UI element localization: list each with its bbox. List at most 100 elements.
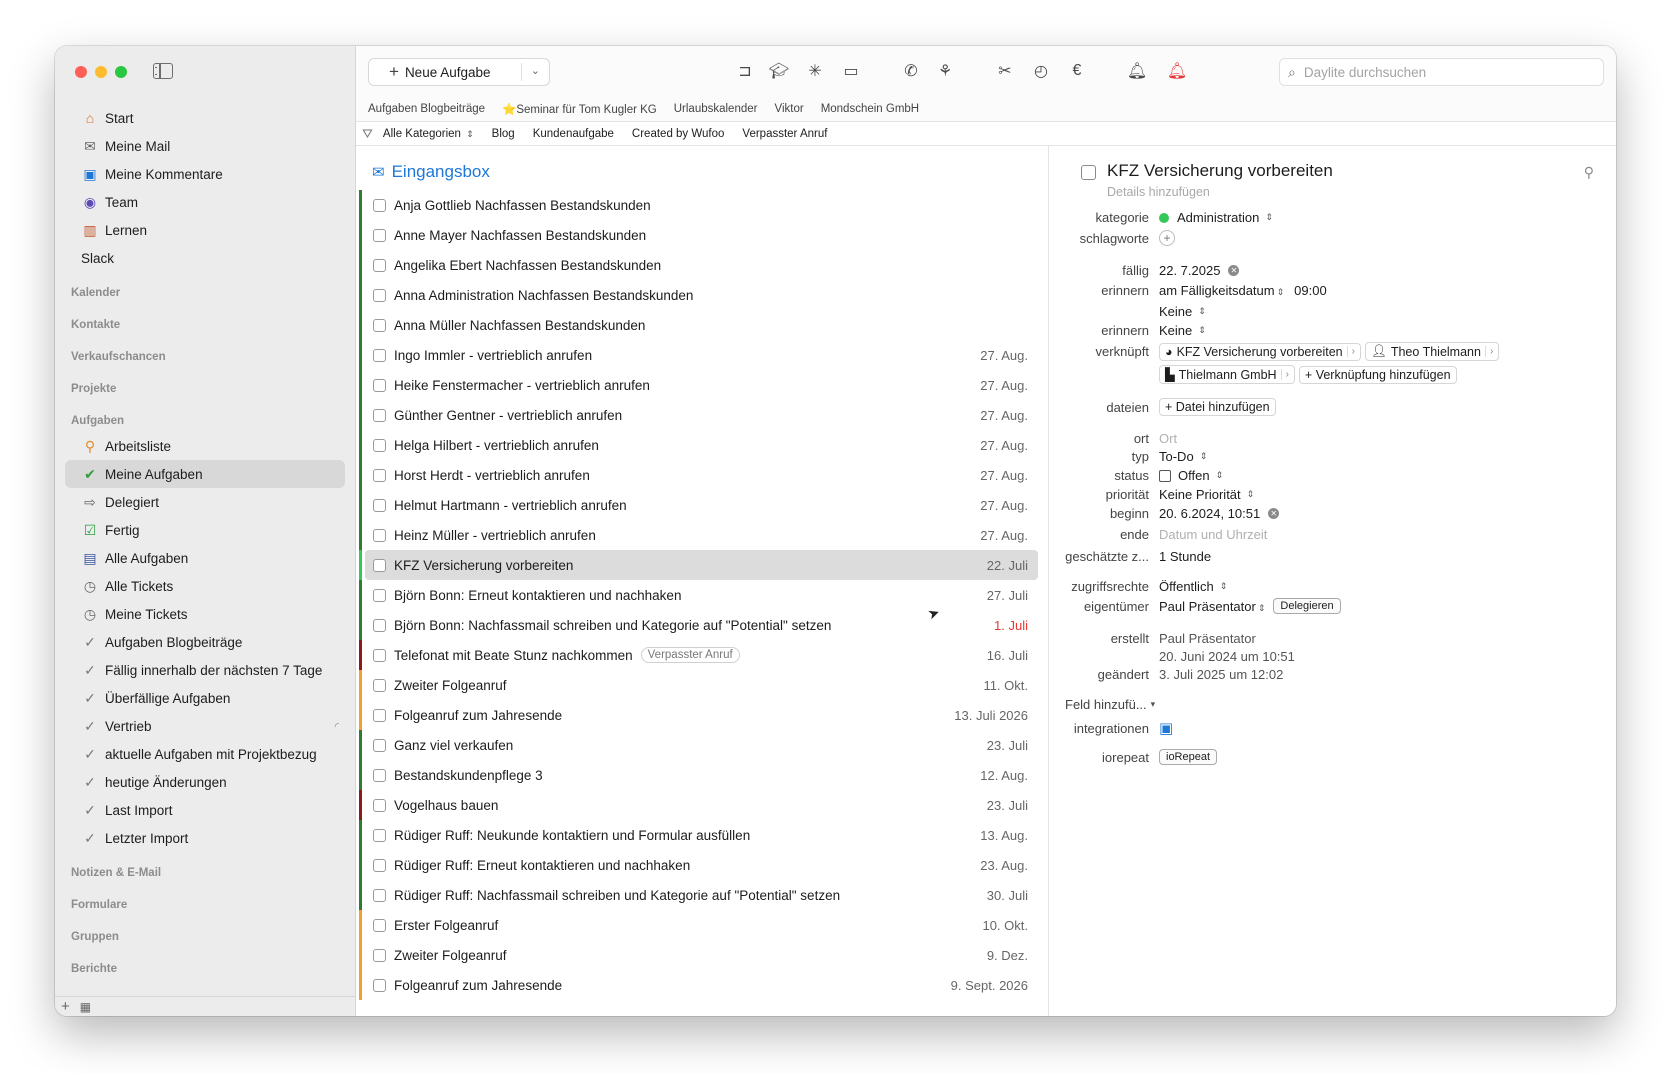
add-field-menu[interactable]: Feld hinzufü... ▾ <box>1049 697 1155 712</box>
table-row[interactable]: Zweiter Folgeanruf 9. Dez. <box>359 940 1038 970</box>
access-select[interactable]: Öffentlich ⇕ <box>1159 579 1227 594</box>
task-checkbox[interactable] <box>373 228 386 242</box>
type-select[interactable]: To-Do ⇕ <box>1159 449 1207 464</box>
delegate-button[interactable]: Delegieren <box>1273 598 1341 614</box>
task-checkbox[interactable] <box>373 588 386 602</box>
sidebar-item-letzter-import[interactable]: ✓ Letzter Import <box>65 824 345 852</box>
sidebar-item-team[interactable]: ◉ Team <box>65 188 345 216</box>
sidebar-section-tasks[interactable]: Aufgaben <box>65 400 345 432</box>
table-row[interactable]: Rüdiger Ruff: Neukunde kontaktiern und F… <box>359 820 1038 850</box>
start-date-field[interactable]: 20. 6.2024, 10:51 ✕ <box>1159 506 1280 521</box>
sidebar-item-today-changes[interactable]: ✓ heutige Änderungen <box>65 768 345 796</box>
task-checkbox[interactable] <box>373 798 386 812</box>
table-row[interactable]: Horst Herdt - vertrieblich anrufen 27. Au… <box>359 460 1038 490</box>
sidebar-item-my-tasks[interactable]: ✔ Meine Aufgaben <box>65 460 345 488</box>
task-checkbox[interactable] <box>373 258 386 272</box>
link-chip-person[interactable]: 👤︎ Theo Thielmann › <box>1364 342 1500 361</box>
table-row[interactable]: Heinz Müller - vertrieblich anrufen 27. A… <box>359 520 1038 550</box>
minimize-window-button[interactable] <box>95 66 107 78</box>
task-checkbox[interactable] <box>373 348 386 362</box>
task-checkbox[interactable] <box>373 858 386 872</box>
task-checkbox[interactable] <box>373 678 386 692</box>
sidebar-item-worklist[interactable]: ⚲ Arbeitsliste <box>65 432 345 460</box>
euro-icon[interactable]: € <box>1066 60 1088 82</box>
task-checkbox[interactable] <box>373 978 386 992</box>
sidebar-item-slack[interactable]: Slack <box>65 244 345 272</box>
task-checkbox[interactable] <box>373 948 386 962</box>
task-checkbox[interactable] <box>373 288 386 302</box>
table-row[interactable]: Anne Mayer Nachfassen Bestandskunden <box>359 220 1038 250</box>
filter-blog[interactable]: Blog <box>492 128 515 140</box>
notification-settings-icon[interactable]: 🔔︎ <box>1126 60 1148 82</box>
table-row[interactable]: Folgeanruf zum Jahresende 13. Juli 2026 <box>359 700 1038 730</box>
owner-select[interactable]: Paul Präsentator ⇕ <box>1159 599 1265 614</box>
speech-bubbles-icon[interactable]: ▣ <box>1159 719 1173 737</box>
location-input[interactable]: Ort <box>1159 431 1177 446</box>
add-file-button[interactable]: + Datei hinzufügen <box>1159 398 1276 416</box>
sidebar-section-projects[interactable]: Projekte <box>65 368 345 400</box>
add-keyword-icon[interactable]: + <box>1159 230 1175 246</box>
call-transfer-icon[interactable]: ⚘ <box>934 60 956 82</box>
filter-icon[interactable]: ⛛ <box>362 126 373 142</box>
sidebar-item-learn[interactable]: ▥ Lernen <box>65 216 345 244</box>
task-title[interactable]: KFZ Versicherung vorbereiten <box>1107 161 1333 181</box>
table-row[interactable]: KFZ Versicherung vorbereiten 22. Juli <box>359 550 1038 580</box>
calendar-small-icon[interactable]: ▦ <box>80 1000 91 1014</box>
sidebar-section-reports[interactable]: Berichte <box>65 948 345 980</box>
task-checkbox[interactable] <box>373 528 386 542</box>
tab-blog-tasks[interactable]: Aufgaben Blogbeiträge <box>368 103 485 115</box>
table-row[interactable]: Ganz viel verkaufen 23. Juli <box>359 730 1038 760</box>
reminder-time[interactable]: 09:00 <box>1294 283 1327 298</box>
reminder-select[interactable]: am Fälligkeitsdatum ⇕ <box>1159 283 1284 298</box>
sidebar-section-forms[interactable]: Formulare <box>65 884 345 916</box>
status-select[interactable]: Offen ⇕ <box>1159 468 1223 483</box>
sidebar-item-start[interactable]: ⌂ Start <box>65 104 345 132</box>
sidebar-toggle-icon[interactable] <box>153 63 173 79</box>
table-row[interactable]: Heike Fenstermacher - vertrieblich anruf… <box>359 370 1038 400</box>
search-field[interactable]: ⌕ Daylite durchsuchen <box>1279 58 1604 86</box>
reminder-2-select[interactable]: Keine ⇕ <box>1159 323 1206 338</box>
task-checkbox[interactable] <box>373 438 386 452</box>
link-chip-task[interactable]: ◕ KFZ Versicherung vorbereiten › <box>1159 342 1361 361</box>
task-checkbox[interactable] <box>373 708 386 722</box>
tab-seminar[interactable]: ⭐Seminar für Tom Kugler KG <box>502 102 657 116</box>
sidebar-item-done[interactable]: ☑ Fertig <box>65 516 345 544</box>
sidebar-item-mail[interactable]: ✉ Meine Mail <box>65 132 345 160</box>
tab-mondschein[interactable]: Mondschein GmbH <box>821 103 919 115</box>
tab-viktor[interactable]: Viktor <box>774 103 803 115</box>
table-row[interactable]: Ingo Immler - vertrieblich anrufen 27. Au… <box>359 340 1038 370</box>
add-icon[interactable]: + <box>61 998 70 1015</box>
category-select[interactable]: Administration ⇕ <box>1159 210 1273 225</box>
pin-icon[interactable]: ⚲ <box>1584 164 1594 181</box>
new-task-button[interactable]: + Neue Aufgabe ⌄ <box>368 58 550 86</box>
table-row[interactable]: Anna Administration Nachfassen Bestandsk… <box>359 280 1038 310</box>
zoom-window-button[interactable] <box>115 66 127 78</box>
priority-select[interactable]: Keine Priorität ⇕ <box>1159 487 1254 502</box>
table-row[interactable]: Günther Gentner - vertrieblich anrufen 27… <box>359 400 1038 430</box>
bell-icon[interactable]: 🔔︎ <box>1166 60 1188 82</box>
task-checkbox[interactable] <box>373 318 386 332</box>
sidebar-item-last-import[interactable]: ✓ Last Import <box>65 796 345 824</box>
task-checkbox[interactable] <box>373 918 386 932</box>
task-details-input[interactable]: Details hinzufügen <box>1107 185 1210 199</box>
close-window-button[interactable] <box>75 66 87 78</box>
due-date-field[interactable]: 22. 7.2025 ✕ <box>1159 263 1240 278</box>
task-complete-checkbox[interactable] <box>1081 165 1096 180</box>
filter-customer-task[interactable]: Kundenaufgabe <box>533 128 614 140</box>
sidebar-section-groups[interactable]: Gruppen <box>65 916 345 948</box>
sidebar-item-all-tickets[interactable]: ◷ Alle Tickets <box>65 572 345 600</box>
chevron-down-icon[interactable]: ⌄ <box>531 64 540 77</box>
sidebar-item-my-tickets[interactable]: ◷ Meine Tickets <box>65 600 345 628</box>
clear-date-icon[interactable]: ✕ <box>1228 265 1240 276</box>
phone-icon[interactable]: ✆ <box>900 60 922 82</box>
table-row[interactable]: Angelika Ebert Nachfassen Bestandskunden <box>359 250 1038 280</box>
sidebar-section-contacts[interactable]: Kontakte <box>65 304 345 336</box>
sidebar-section-notes[interactable]: Notizen & E-Mail <box>65 852 345 884</box>
table-row[interactable]: Telefonat mit Beate Stunz nachkommen Verp… <box>359 640 1038 670</box>
table-row[interactable]: Zweiter Folgeanruf 11. Okt. <box>359 670 1038 700</box>
iorepeat-button[interactable]: ioRepeat <box>1159 749 1218 765</box>
table-row[interactable]: Helmut Hartmann - vertrieblich anrufen 27… <box>359 490 1038 520</box>
estimate-field[interactable]: 1 Stunde <box>1159 549 1211 564</box>
task-checkbox[interactable] <box>373 378 386 392</box>
table-row[interactable]: Rüdiger Ruff: Erneut kontaktieren und na… <box>359 850 1038 880</box>
